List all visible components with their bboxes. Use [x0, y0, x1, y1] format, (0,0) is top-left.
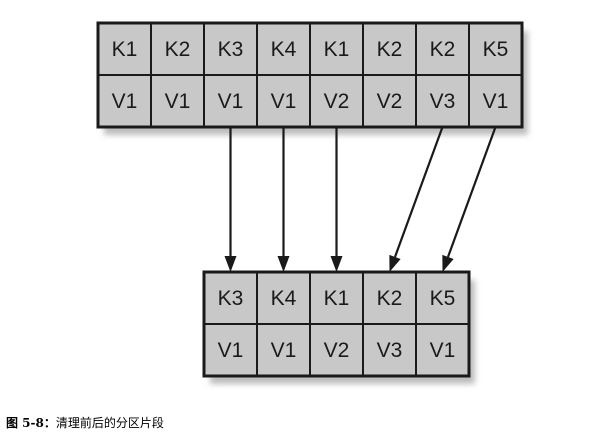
segment-before-compaction: K1 K2 K3 K4 K1 K2 K2 K5 V1 V1 V1 V1 V2 V2 V3 V1 [96, 21, 528, 135]
key-label: K1 [324, 38, 350, 61]
key-label: K4 [271, 287, 297, 310]
key-label: K2 [165, 38, 191, 61]
segment-after-compaction: K3 K4 K1 K2 K5 V1 V1 V2 V3 V1 [202, 270, 475, 384]
value-label: V1 [271, 339, 297, 362]
arrow-line [446, 126, 497, 258]
key-label: K4 [271, 38, 297, 61]
compaction-arrows [224, 126, 497, 272]
arrow-line [393, 126, 444, 258]
figure-caption-text: 清理前后的分区片段 [55, 416, 164, 430]
figure-number: 图 5-8： [6, 416, 56, 430]
value-label: V2 [324, 90, 350, 113]
arrow-head [224, 256, 237, 272]
key-label: K3 [218, 38, 244, 61]
arrow-head [330, 256, 343, 272]
arrow-head [442, 254, 454, 272]
value-label: V1 [483, 90, 509, 113]
arrow-head [389, 254, 401, 272]
value-label: V2 [377, 90, 403, 113]
figure-caption: 图 5-8：清理前后的分区片段 [6, 414, 164, 431]
value-label: V1 [112, 90, 138, 113]
value-label: V3 [430, 90, 456, 113]
arrow-head [277, 256, 290, 272]
value-label: V3 [377, 339, 403, 362]
key-label: K3 [218, 287, 244, 310]
value-label: V1 [430, 339, 456, 362]
value-label: V2 [324, 339, 350, 362]
key-label: K2 [430, 38, 456, 61]
value-label: V1 [218, 339, 244, 362]
value-label: V1 [165, 90, 191, 113]
key-label: K2 [377, 287, 403, 310]
key-label: K5 [483, 38, 509, 61]
compaction-diagram: K1 K2 K3 K4 K1 K2 K2 K5V1 V1 V1 V1 V2 V2 V3 V1 K3 K4 K1 K… [96, 21, 528, 384]
key-label: K1 [112, 38, 138, 61]
value-label: V1 [271, 90, 297, 113]
value-label: V1 [218, 90, 244, 113]
key-label: K5 [430, 287, 456, 310]
key-label: K1 [324, 287, 350, 310]
key-label: K2 [377, 38, 403, 61]
